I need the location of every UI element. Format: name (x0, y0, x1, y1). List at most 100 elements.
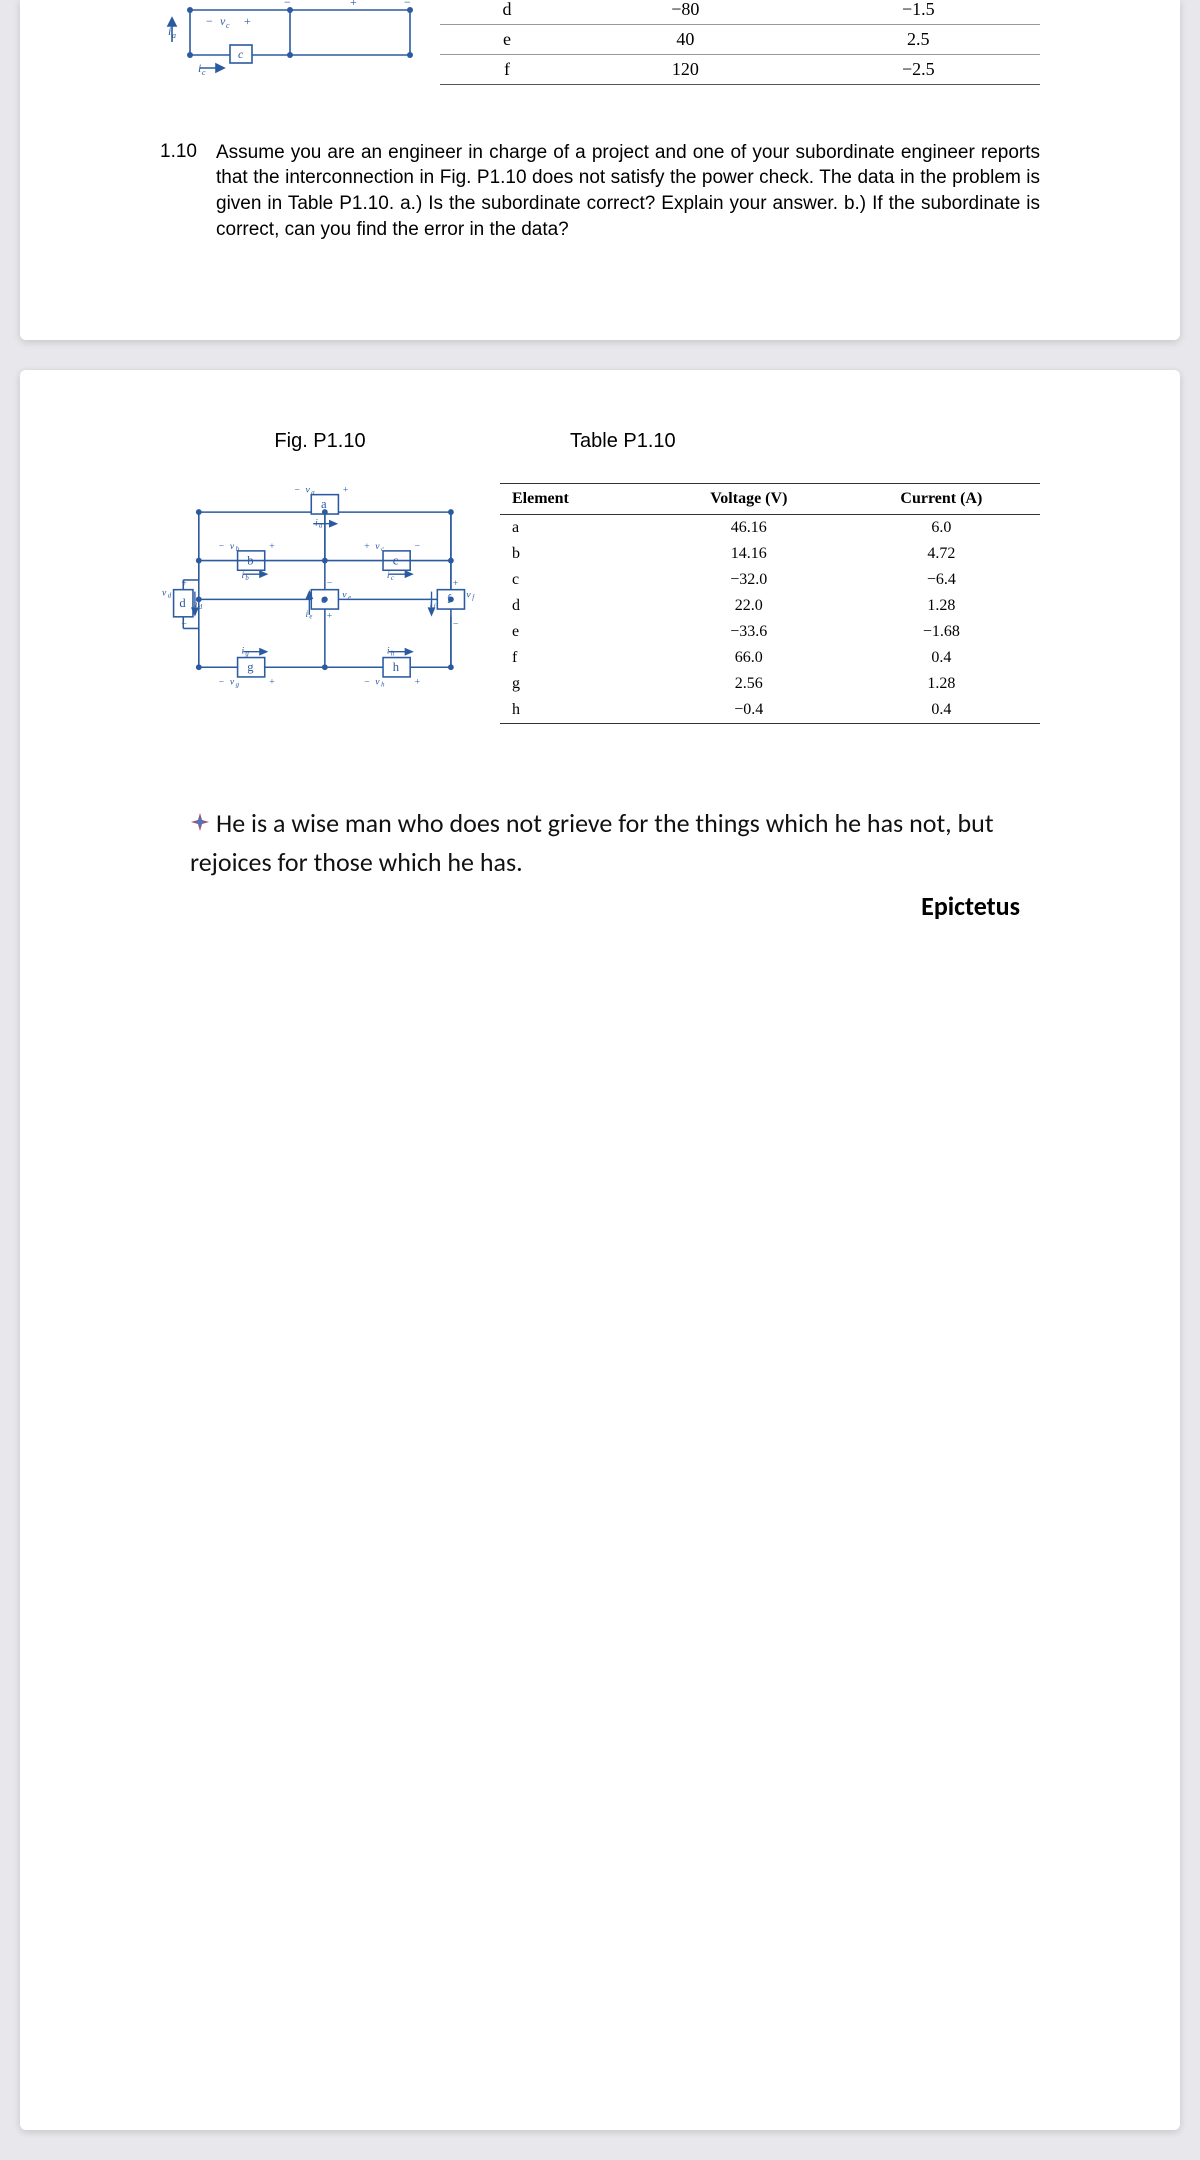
svg-text:i: i (387, 570, 390, 581)
svg-text:v: v (375, 677, 380, 688)
cell-el: f (500, 645, 655, 671)
table-row: g2.561.28 (500, 671, 1040, 697)
problem-number: 1.10 (160, 139, 220, 165)
figure-column: Fig. P1.10 (160, 430, 480, 701)
svg-text:i: i (305, 609, 308, 620)
svg-text:+: + (364, 541, 371, 552)
svg-text:v: v (466, 589, 471, 600)
top-partial-table: d −80 −1.5 e 40 2.5 f 120 −2.5 (440, 0, 1040, 85)
cell-i: 0.4 (843, 697, 1040, 724)
top-table-row: d −80 −1.5 (440, 0, 1040, 25)
svg-text:−: − (414, 541, 421, 552)
svg-text:−: − (284, 0, 291, 9)
figure-caption: Fig. P1.10 (160, 430, 480, 453)
circuit-diagram-partial-icon: c ia vc ic −+ −+ − (160, 0, 420, 100)
svg-text:−: − (218, 541, 225, 552)
table-header: Current (A) (843, 484, 1040, 515)
svg-text:a: a (321, 497, 327, 511)
svg-text:d: d (199, 604, 203, 611)
cell-i: 0.4 (843, 645, 1040, 671)
svg-text:−: − (327, 578, 332, 589)
table-row: c−32.0−6.4 (500, 567, 1040, 593)
svg-text:+: + (269, 541, 276, 552)
cell-v: 66.0 (655, 645, 843, 671)
cell-v: 46.16 (655, 515, 843, 542)
top-partial-diagram: c ia vc ic −+ −+ − (160, 0, 420, 105)
cell-i: −6.4 (843, 567, 1040, 593)
svg-text:+: + (350, 0, 357, 9)
top-cell-current: −1.5 (797, 0, 1040, 25)
svg-text:−: − (294, 485, 301, 496)
svg-text:−: − (218, 677, 225, 688)
cell-el: g (500, 671, 655, 697)
cell-el: a (500, 515, 655, 542)
cell-i: 1.28 (843, 593, 1040, 619)
cell-el: d (500, 593, 655, 619)
svg-text:−: − (453, 619, 458, 630)
svg-text:d: d (168, 592, 172, 599)
top-table-row: e 40 2.5 (440, 25, 1040, 55)
cell-v: 22.0 (655, 593, 843, 619)
cell-i: 1.28 (843, 671, 1040, 697)
problem-text: Assume you are an engineer in charge of … (216, 140, 1040, 243)
table-header: Element (500, 484, 655, 515)
svg-text:b: b (247, 553, 253, 567)
top-table-row: f 120 −2.5 (440, 55, 1040, 85)
svg-text:+: + (327, 611, 332, 622)
svg-text:i: i (241, 570, 244, 581)
svg-text:c: c (381, 546, 384, 553)
table-row: h−0.40.4 (500, 697, 1040, 724)
quote-text: He is a wise man who does not grieve for… (190, 807, 994, 878)
cell-i: −1.68 (843, 619, 1040, 645)
table-header-row: Element Voltage (V) Current (A) (500, 484, 1040, 515)
svg-text:b: b (245, 575, 249, 582)
cell-v: 2.56 (655, 671, 843, 697)
table-row: b14.164.72 (500, 541, 1040, 567)
svg-text:e: e (321, 592, 327, 606)
svg-text:c: c (393, 553, 399, 567)
top-cell-element: f (440, 55, 574, 85)
table-row: f66.00.4 (500, 645, 1040, 671)
cell-i: 6.0 (843, 515, 1040, 542)
svg-text:+: + (453, 578, 458, 589)
cell-el: h (500, 697, 655, 724)
svg-text:v: v (305, 485, 310, 496)
cell-v: −32.0 (655, 567, 843, 593)
quote-author: Epictetus (190, 890, 1020, 922)
svg-text:v: v (342, 589, 347, 600)
quote-block: He is a wise man who does not grieve for… (190, 804, 1040, 922)
cell-i: 4.72 (843, 541, 1040, 567)
top-cell-voltage: −80 (574, 0, 797, 25)
bullet-icon (190, 804, 210, 843)
page-1: c ia vc ic −+ −+ − (20, 0, 1180, 340)
svg-text:+: + (414, 677, 421, 688)
quote-text-line: He is a wise man who does not grieve for… (190, 804, 1020, 882)
svg-text:−: − (364, 677, 371, 688)
cell-v: 14.16 (655, 541, 843, 567)
svg-text:v: v (162, 587, 167, 598)
svg-text:v: v (230, 677, 235, 688)
top-figure-and-table: c ia vc ic −+ −+ − (160, 0, 1040, 105)
svg-text:v: v (375, 541, 380, 552)
svg-text:h: h (381, 682, 385, 689)
svg-text:−: − (181, 619, 186, 630)
svg-text:c: c (238, 47, 244, 61)
data-table: Element Voltage (V) Current (A) a46.166.… (500, 483, 1040, 724)
top-cell-current: −2.5 (797, 55, 1040, 85)
svg-text:h: h (393, 660, 400, 674)
svg-text:c: c (202, 68, 206, 77)
table-column: Table P1.10 Element Voltage (V) Current … (500, 430, 1040, 724)
cell-v: −0.4 (655, 697, 843, 724)
cell-el: b (500, 541, 655, 567)
svg-text:f: f (472, 594, 475, 601)
svg-text:d: d (179, 596, 186, 610)
svg-text:+: + (244, 14, 251, 28)
table-caption: Table P1.10 (570, 430, 1040, 453)
svg-text:v: v (230, 541, 235, 552)
svg-text:+: + (181, 578, 186, 589)
figure-and-table-row: Fig. P1.10 (160, 430, 1040, 724)
svg-text:g: g (247, 660, 254, 674)
svg-text:+: + (269, 677, 276, 688)
svg-text:c: c (391, 575, 394, 582)
table-row: a46.166.0 (500, 515, 1040, 542)
